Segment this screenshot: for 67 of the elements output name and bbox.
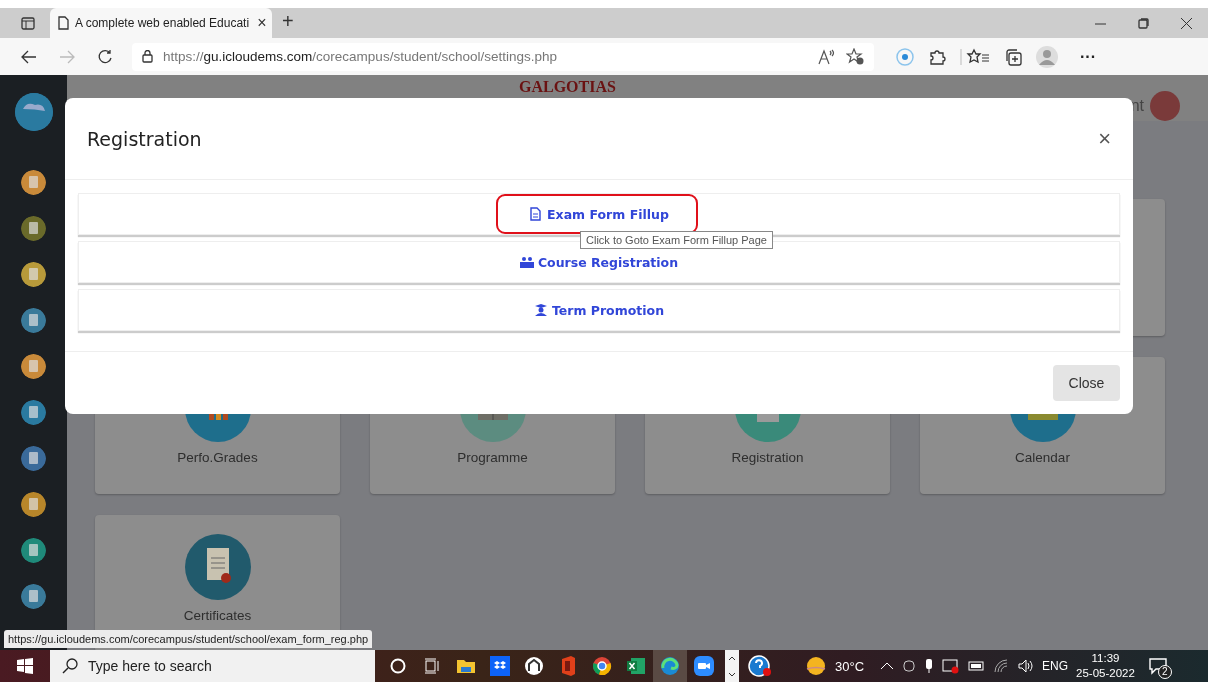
camera-icon[interactable]: [902, 658, 917, 674]
menu-icon[interactable]: [21, 400, 46, 425]
certificate-icon: [184, 534, 251, 600]
read-aloud-icon[interactable]: [818, 48, 836, 65]
menu-icon[interactable]: [21, 354, 46, 379]
back-arrow-icon[interactable]: [21, 49, 37, 64]
menu-icon[interactable]: [21, 216, 46, 241]
graduate-icon: [533, 303, 548, 317]
tooltip: Click to Goto Exam Form Fillup Page: [580, 231, 773, 249]
house-circle-icon[interactable]: [523, 655, 545, 677]
speaker-icon[interactable]: [1018, 659, 1035, 673]
help-icon[interactable]: [748, 655, 772, 677]
close-icon[interactable]: [1181, 17, 1192, 29]
language-indicator[interactable]: ENG: [1042, 659, 1069, 673]
battery-icon[interactable]: [968, 660, 987, 672]
brand-logo-text: GALGOTIAS: [519, 78, 616, 96]
microphone-icon[interactable]: [924, 658, 935, 674]
spreadsheet-icon[interactable]: [625, 655, 647, 677]
taskbar-scroll[interactable]: [725, 650, 739, 682]
edge-icon[interactable]: [659, 655, 681, 677]
restore-icon[interactable]: [1138, 17, 1149, 29]
screen-record-icon[interactable]: [942, 658, 961, 674]
dropbox-icon[interactable]: [489, 655, 511, 677]
chrome-icon[interactable]: [591, 655, 613, 677]
menu-icon[interactable]: [21, 584, 46, 609]
people-icon: [519, 255, 534, 269]
registration-option[interactable]: Term Promotion: [78, 289, 1120, 331]
address-bar[interactable]: https://gu.icloudems.com/corecampus/student/school/settings.php: [132, 42, 874, 71]
temperature[interactable]: 30°C: [835, 658, 865, 674]
radio-dot-icon[interactable]: [896, 47, 914, 66]
clock[interactable]: 11:39 25-05-2022: [1076, 651, 1135, 681]
collections-icon[interactable]: [1004, 47, 1022, 66]
menu-icon[interactable]: [21, 262, 46, 287]
menu-icon[interactable]: [21, 170, 46, 195]
menu-icon[interactable]: [21, 492, 46, 517]
search-field[interactable]: Type here to search: [50, 650, 375, 682]
sidebar-icon[interactable]: [21, 16, 35, 30]
star-plus-icon[interactable]: [846, 48, 864, 65]
notification-icon[interactable]: [1147, 657, 1168, 675]
status-url: https://gu.icloudems.com/corecampus/student/school/exam_form_reg.php: [4, 630, 373, 648]
cloud-logo-icon[interactable]: [14, 93, 53, 131]
task-view-icon[interactable]: [424, 658, 440, 674]
video-camera-icon[interactable]: [693, 655, 715, 677]
refresh-icon[interactable]: [97, 48, 113, 65]
close-button[interactable]: ×: [1098, 125, 1111, 152]
notification-count: 2: [1157, 665, 1172, 679]
favorites-icon[interactable]: [960, 47, 990, 66]
sun-icon[interactable]: [805, 655, 827, 677]
close-button[interactable]: Close: [1053, 365, 1120, 401]
browser-tab[interactable]: A complete web enabled Educati ×: [50, 8, 272, 38]
page-icon: [58, 16, 69, 30]
profile-icon[interactable]: [1036, 45, 1058, 68]
chevron-down-icon[interactable]: [728, 671, 736, 677]
windows-start-icon[interactable]: [17, 658, 33, 674]
registration-option[interactable]: Exam Form Fillup: [78, 193, 1120, 235]
chevron-up-icon[interactable]: [728, 655, 736, 661]
close-tab-button[interactable]: ×: [255, 14, 269, 32]
menu-icon[interactable]: [21, 538, 46, 563]
dialog-title: Registration: [87, 127, 202, 150]
menu-icon[interactable]: [21, 308, 46, 333]
new-tab-button[interactable]: +: [282, 9, 294, 33]
lock-icon: [142, 50, 153, 63]
document-icon: [529, 207, 544, 221]
more-menu-button[interactable]: ···: [1080, 47, 1096, 66]
puzzle-icon[interactable]: [928, 47, 946, 66]
menu-icon[interactable]: [21, 446, 46, 471]
circle-icon[interactable]: [390, 658, 406, 674]
